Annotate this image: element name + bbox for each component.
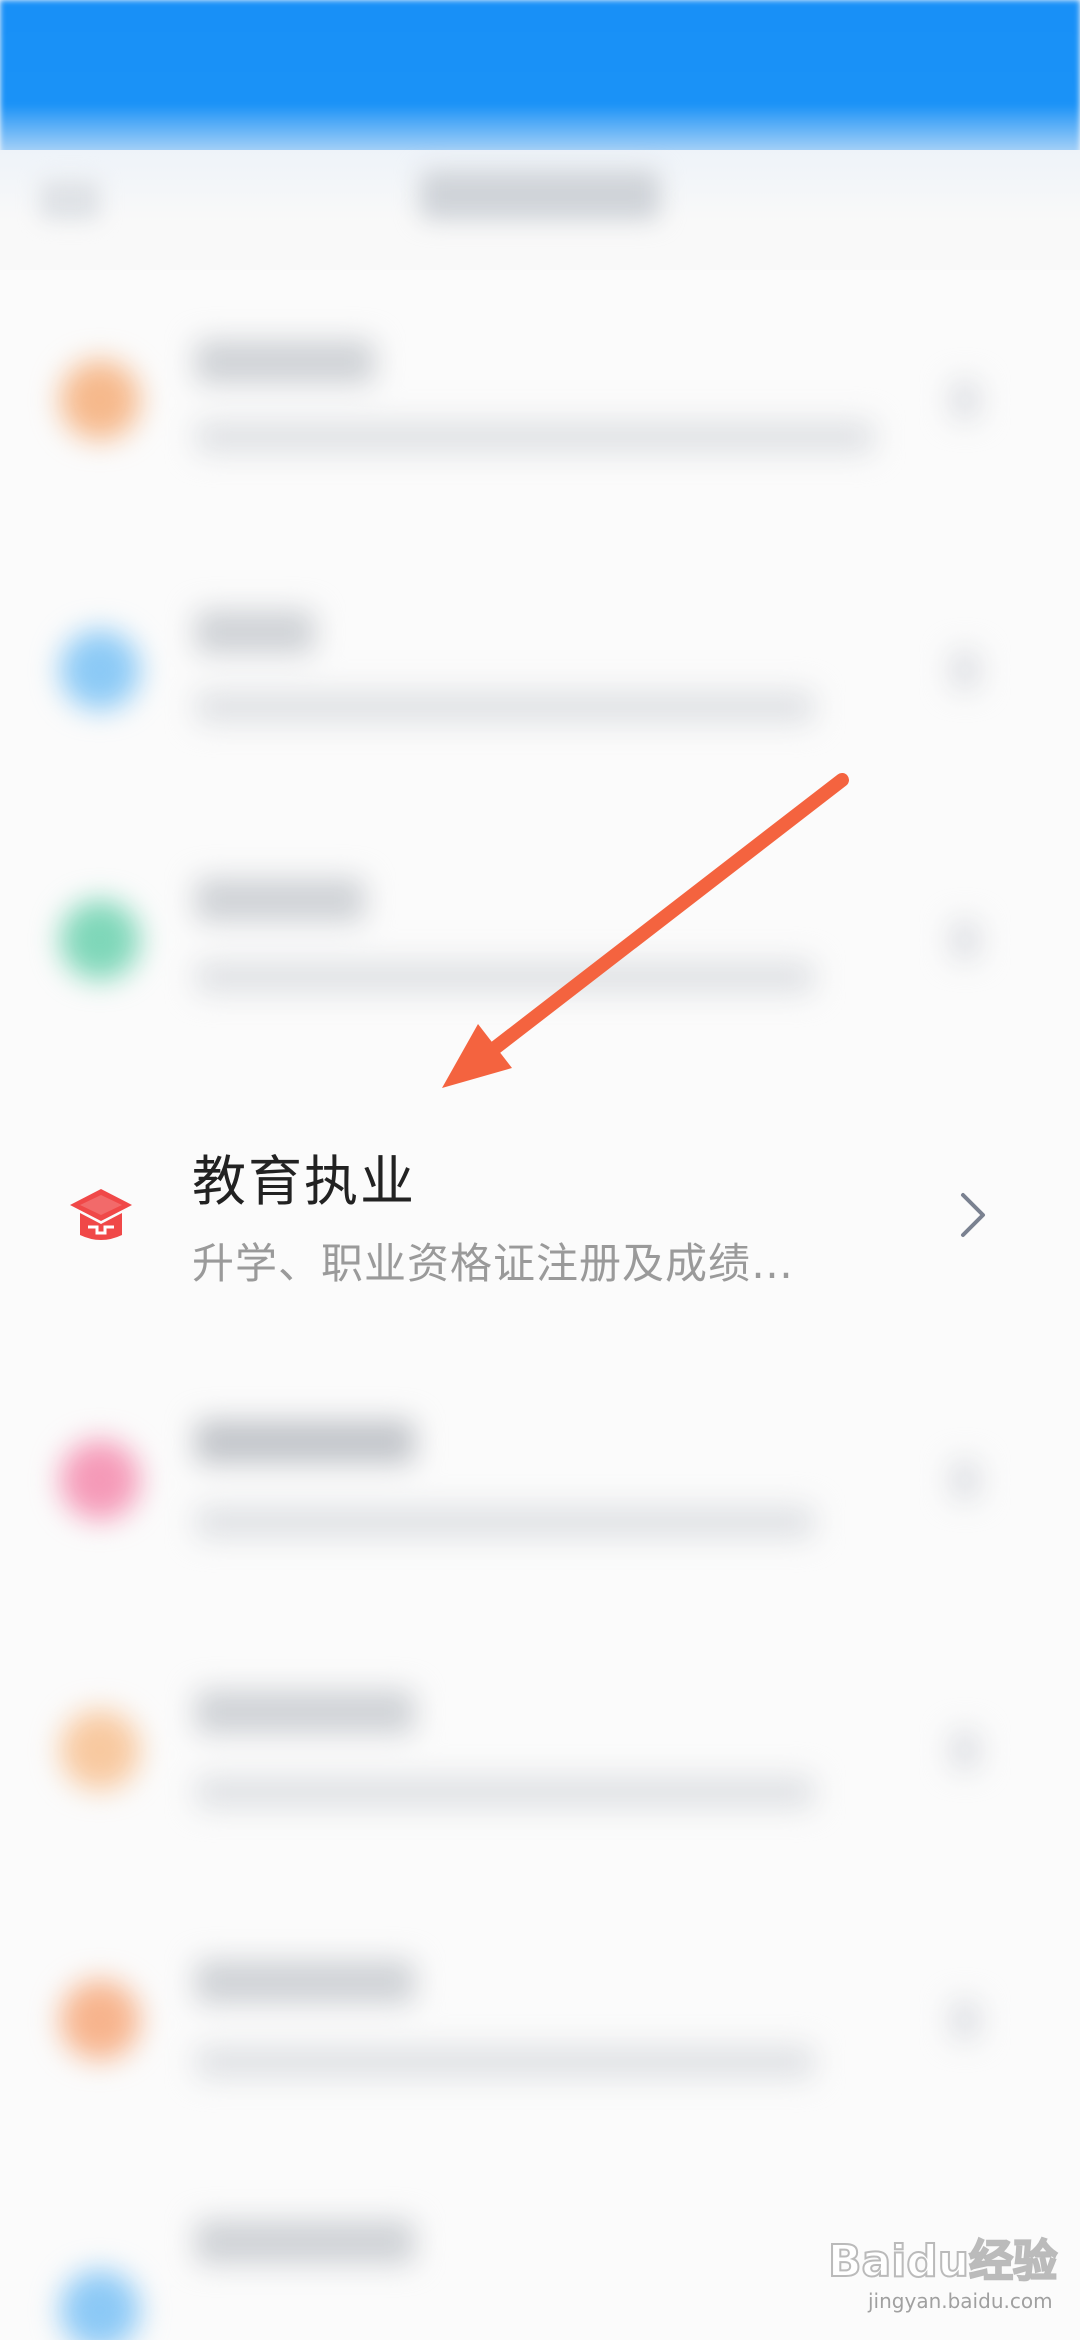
list-item-title: 教育执业 bbox=[192, 1150, 416, 1213]
watermark: Baidu经验 jingyan.baidu.com bbox=[827, 2215, 1068, 2325]
status-bar bbox=[0, 0, 1080, 160]
list-item-subtitle bbox=[195, 1775, 815, 1809]
service-icon bbox=[60, 360, 140, 440]
chevron-right-icon bbox=[950, 2000, 980, 2040]
list-item[interactable] bbox=[0, 270, 1080, 530]
service-icon bbox=[60, 630, 140, 710]
list-item[interactable] bbox=[0, 540, 1080, 800]
list-item-education-practice[interactable]: 教育执业 升学、职业资格证注册及成绩… bbox=[0, 1095, 1080, 1335]
back-button[interactable] bbox=[40, 180, 100, 220]
list-item[interactable] bbox=[0, 1890, 1080, 2150]
service-icon bbox=[60, 1980, 140, 2060]
service-icon bbox=[60, 2270, 140, 2340]
graduation-cap-icon bbox=[70, 1189, 132, 1240]
list-item-subtitle: 升学、职业资格证注册及成绩… bbox=[192, 1239, 795, 1288]
list-item[interactable] bbox=[0, 810, 1080, 1070]
list-item-subtitle bbox=[195, 420, 875, 454]
list-item[interactable] bbox=[0, 1350, 1080, 1610]
chevron-right-icon bbox=[961, 1193, 985, 1237]
list-item-title bbox=[195, 610, 315, 654]
chevron-right-icon bbox=[950, 920, 980, 960]
watermark-url: jingyan.baidu.com bbox=[868, 2289, 1053, 2313]
list-item-subtitle bbox=[195, 960, 815, 994]
list-item-title bbox=[195, 1690, 415, 1734]
page-title bbox=[420, 170, 660, 220]
list-item-subtitle bbox=[195, 690, 815, 724]
chevron-right-icon bbox=[950, 1460, 980, 1500]
list-item-title bbox=[195, 1960, 415, 2004]
list-item-title bbox=[195, 878, 365, 922]
list-item-subtitle bbox=[195, 2045, 815, 2079]
chevron-right-icon bbox=[950, 1730, 980, 1770]
screen: 教育执业 升学、职业资格证注册及成绩… Baidu经验 jingyan.baid… bbox=[0, 0, 1080, 2340]
list-item-title bbox=[195, 340, 375, 384]
service-icon bbox=[60, 1710, 140, 1790]
watermark-brand: Baidu经验 bbox=[827, 2235, 1058, 2288]
service-icon bbox=[60, 1440, 140, 1520]
chevron-right-icon bbox=[950, 380, 980, 420]
service-icon bbox=[60, 900, 140, 980]
list-item[interactable] bbox=[0, 1620, 1080, 1880]
list-item-title bbox=[195, 1420, 415, 1464]
list-item-title bbox=[195, 2220, 415, 2264]
chevron-right-icon bbox=[950, 650, 980, 690]
list-item-subtitle bbox=[195, 1505, 815, 1539]
